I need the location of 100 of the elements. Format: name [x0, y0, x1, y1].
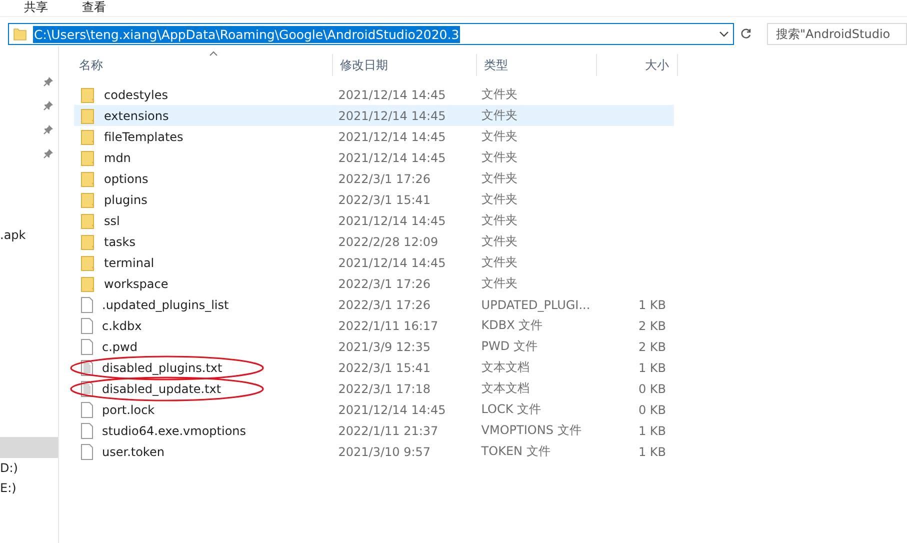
folder-icon: [81, 276, 95, 292]
file-name[interactable]: plugins: [104, 192, 148, 206]
file-name[interactable]: extensions: [104, 108, 169, 122]
file-name[interactable]: codestyles: [104, 88, 168, 102]
date-cell-text: 2022/1/11 21:37: [337, 424, 440, 438]
pin-icon[interactable]: [43, 100, 54, 111]
file-name[interactable]: tasks: [104, 234, 136, 248]
file-row[interactable]: extensions 2021/12/14 14:45 文件夹: [74, 105, 674, 126]
type-cell-text: 文件夹: [480, 170, 518, 187]
date-cell-text: 2022/3/1 17:18: [337, 382, 432, 396]
date-cell-text: 2021/3/10 9:57: [337, 444, 432, 458]
date-cell-text: 2021/12/14 14:45: [337, 130, 447, 144]
type-cell-text: KDBX 文件: [480, 317, 544, 334]
date-cell-text: 2022/3/1 17:26: [337, 172, 432, 186]
column-header[interactable]: 修改日期: [333, 54, 477, 76]
file-row[interactable]: terminal 2021/12/14 14:45 文件夹: [74, 252, 674, 273]
type-cell-text: 文件夹: [480, 107, 518, 124]
type-cell-text: 文件夹: [480, 275, 518, 292]
type-cell-text: 文件夹: [480, 212, 518, 229]
date-cell-text: 2022/3/1 15:41: [337, 360, 432, 374]
file-name[interactable]: studio64.exe.vmoptions: [102, 424, 246, 438]
date-cell-text: 2022/3/1 17:26: [337, 276, 432, 290]
file-row[interactable]: fileTemplates 2021/12/14 14:45 文件夹: [74, 126, 674, 147]
file-name[interactable]: c.kdbx: [102, 318, 142, 332]
folder-icon: [81, 192, 95, 208]
file-row[interactable]: ssl 2021/12/14 14:45 文件夹: [74, 210, 674, 231]
sidebar-item[interactable]: .apk: [0, 225, 58, 245]
file-name[interactable]: user.token: [102, 444, 164, 458]
type-cell-text: 文本文档: [480, 359, 530, 376]
dropdown-caret-icon[interactable]: [718, 31, 729, 37]
file-name[interactable]: ssl: [104, 214, 120, 228]
file-row[interactable]: options 2022/3/1 17:26 文件夹: [74, 168, 674, 189]
type-cell-text: 文件夹: [480, 233, 518, 250]
date-cell-text: 2021/12/14 14:45: [337, 88, 447, 102]
sort-caret-icon: [209, 51, 218, 56]
file-row[interactable]: codestyles 2021/12/14 14:45 文件夹: [74, 84, 674, 105]
folder-icon: [81, 254, 95, 270]
pin-icon[interactable]: [43, 76, 54, 87]
date-cell-text: 2022/3/1 17:26: [337, 298, 432, 312]
file-icon: [81, 338, 93, 354]
file-row[interactable]: .updated_plugins_list 2022/3/1 17:26 UPDATED_PLUGI... 1 KB: [74, 294, 674, 315]
pin-icon[interactable]: [43, 148, 54, 159]
date-cell-text: 2022/1/11 16:17: [337, 318, 440, 332]
file-row[interactable]: user.token 2021/3/10 9:57 TOKEN 文件 1 KB: [74, 441, 674, 462]
file-name[interactable]: c.pwd: [102, 340, 138, 354]
refresh-icon: [740, 28, 752, 40]
type-cell-text: TOKEN 文件: [480, 443, 552, 460]
search-field[interactable]: 搜索"AndroidStudio: [767, 23, 907, 45]
column-header[interactable]: 大小: [597, 54, 678, 76]
ribbon-tab[interactable]: 查看: [82, 0, 106, 16]
type-cell-text: 文件夹: [480, 86, 518, 103]
file-name[interactable]: options: [104, 172, 148, 186]
ribbon-tab[interactable]: 共享: [24, 0, 48, 16]
type-cell-text: 文件夹: [480, 191, 518, 208]
folder-icon: [81, 128, 95, 144]
size-cell: 2 KB: [638, 318, 666, 332]
folder-icon: [13, 27, 27, 41]
file-row[interactable]: tasks 2022/2/28 12:09 文件夹: [74, 231, 674, 252]
folder-icon: [81, 108, 95, 124]
sidebar-item[interactable]: E:): [0, 478, 58, 498]
type-cell-text: LOCK 文件: [480, 401, 542, 418]
column-header[interactable]: 类型: [477, 54, 597, 76]
file-row[interactable]: c.kdbx 2022/1/11 16:17 KDBX 文件 2 KB: [74, 315, 674, 336]
folder-icon: [81, 150, 95, 166]
file-row[interactable]: c.pwd 2021/3/9 12:35 PWD 文件 2 KB: [74, 336, 674, 357]
file-row[interactable]: plugins 2022/3/1 15:41 文件夹: [74, 189, 674, 210]
type-cell-text: PWD 文件: [480, 338, 538, 355]
column-header[interactable]: 名称: [71, 54, 333, 76]
type-cell-text: 文本文档: [480, 380, 530, 397]
folder-icon: [81, 212, 95, 228]
address-bar[interactable]: C:\Users\teng.xiang\AppData\Roaming\Google\AndroidStudio2020.3: [8, 23, 734, 45]
file-row[interactable]: mdn 2021/12/14 14:45 文件夹: [74, 147, 674, 168]
file-row[interactable]: port.lock 2021/12/14 14:45 LOCK 文件 0 KB: [74, 399, 674, 420]
pin-icon[interactable]: [43, 124, 54, 135]
file-row[interactable]: disabled_update.txt 2022/3/1 17:18 文本文档 0 KB: [74, 378, 674, 399]
file-name[interactable]: workspace: [104, 276, 168, 290]
file-name[interactable]: .updated_plugins_list: [102, 298, 229, 312]
type-cell-text: 文件夹: [480, 149, 518, 166]
file-row[interactable]: disabled_plugins.txt 2022/3/1 15:41 文本文档 1 KB: [74, 357, 674, 378]
file-icon: [81, 318, 93, 334]
date-cell-text: 2021/12/14 14:45: [337, 108, 447, 122]
file-icon: [81, 402, 93, 418]
address-path: C:\Users\teng.xiang\AppData\Roaming\Google\AndroidStudio2020.3: [33, 26, 460, 42]
type-cell-text: VMOPTIONS 文件: [480, 422, 582, 439]
sidebar-item[interactable]: D:): [0, 458, 58, 478]
date-cell-text: 2021/12/14 14:45: [337, 402, 447, 416]
folder-icon: [81, 170, 95, 186]
date-cell-text: 2021/3/9 12:35: [337, 340, 432, 354]
size-cell: 1 KB: [638, 298, 666, 312]
file-row[interactable]: studio64.exe.vmoptions 2022/1/11 21:37 VMOPTIONS 文件 1 KB: [74, 420, 674, 441]
file-name[interactable]: fileTemplates: [104, 130, 184, 144]
date-cell-text: 2021/12/14 14:45: [337, 256, 447, 270]
file-name[interactable]: mdn: [104, 150, 131, 164]
date-cell-text: 2021/12/14 14:45: [337, 214, 447, 228]
file-name[interactable]: port.lock: [102, 402, 155, 416]
date-cell-text: 2022/2/28 12:09: [337, 234, 440, 248]
file-row[interactable]: workspace 2022/3/1 17:26 文件夹: [74, 273, 674, 294]
file-name[interactable]: terminal: [104, 256, 154, 270]
folder-icon: [81, 86, 95, 102]
size-cell: 1 KB: [638, 444, 666, 458]
